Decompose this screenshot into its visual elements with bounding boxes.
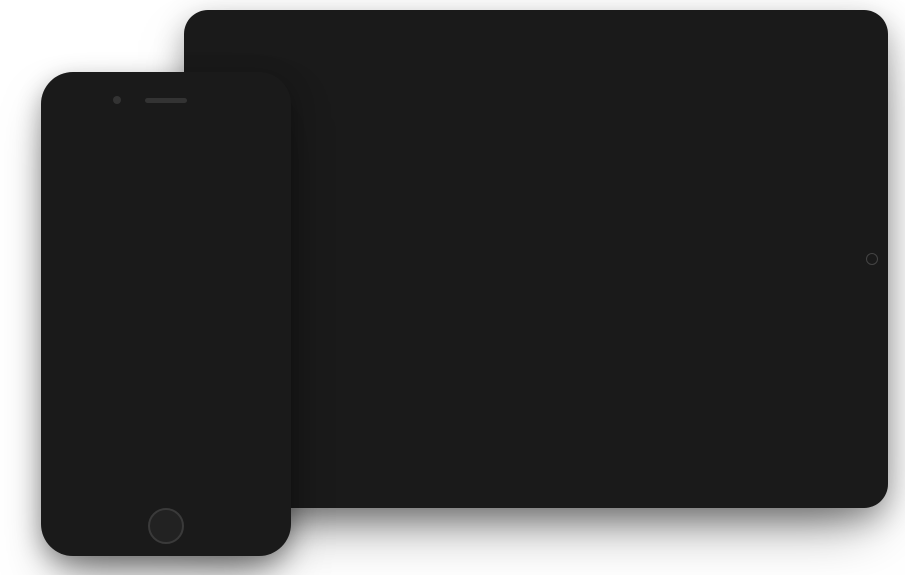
phone-device xyxy=(41,72,291,556)
phone-home-button[interactable] xyxy=(148,508,184,544)
phone-camera xyxy=(113,96,121,104)
tablet-home-button[interactable] xyxy=(866,253,878,265)
phone-speaker xyxy=(145,98,187,103)
